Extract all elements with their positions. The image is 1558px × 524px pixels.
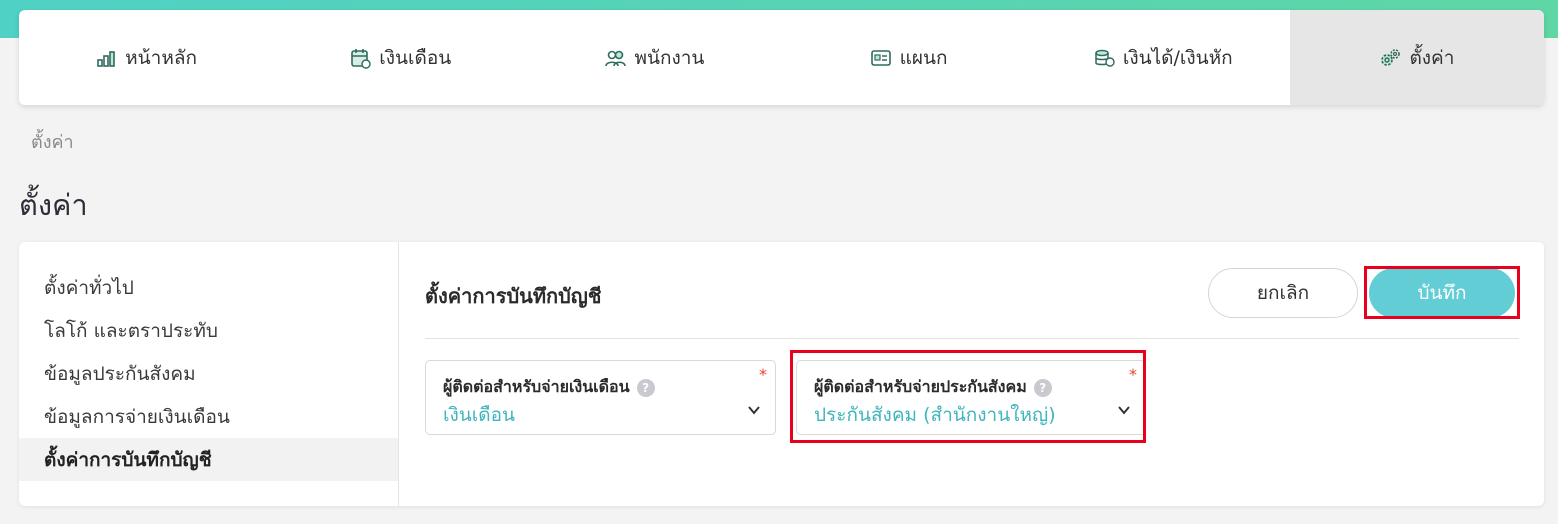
chart-icon [97,50,115,67]
field-label: ผู้ติดต่อสำหรับจ่ายประกันสังคม ? [814,375,1052,400]
nav-item-label: เงินได้/เงินหัก [1122,46,1233,69]
sidebar-item-payroll-info[interactable]: ข้อมูลการจ่ายเงินเดือน [19,395,398,438]
required-marker: * [1129,365,1137,384]
nav-item-label: พนักงาน [634,46,705,69]
social-security-contact-select[interactable]: ผู้ติดต่อสำหรับจ่ายประกันสังคม ? * ประกั… [796,360,1146,435]
nav-item-settings[interactable]: ตั้งค่า [1289,10,1544,105]
section-title: ตั้งค่าการบันทึกบัญชี [425,284,602,308]
sidebar-item-general[interactable]: ตั้งค่าทั่วไป [19,266,398,309]
main-navbar: หน้าหลัก เงินเดือน พนักงาน แผนก เงินได้/… [19,10,1544,105]
page-title: ตั้งค่า [19,188,88,222]
selected-value: ประกันสังคม (สำนักงานใหญ่) [814,404,1056,426]
breadcrumb[interactable]: ตั้งค่า [31,127,74,156]
settings-sidebar: ตั้งค่าทั่วไป โลโก้ และตราประทับ ข้อมูลป… [19,242,399,506]
chevron-down-icon [748,406,760,415]
required-marker: * [759,365,767,384]
nav-item-income-deduction[interactable]: เงินได้/เงินหัก [1036,10,1290,105]
nav-item-departments[interactable]: แผนก [782,10,1036,105]
nav-item-label: แผนก [899,46,948,69]
nav-item-employees[interactable]: พนักงาน [527,10,781,105]
nav-item-label: ตั้งค่า [1409,46,1455,69]
settings-card: ตั้งค่าทั่วไป โลโก้ และตราประทับ ข้อมูลป… [19,242,1544,506]
cancel-button[interactable]: ยกเลิก [1208,268,1358,318]
nav-item-label: หน้าหลัก [125,46,198,69]
gear-icon [1381,48,1401,66]
nav-item-home[interactable]: หน้าหลัก [19,10,273,105]
chevron-down-icon [1118,406,1130,415]
save-button[interactable]: บันทึก [1369,268,1515,318]
nav-item-label: เงินเดือน [379,46,452,69]
divider [425,338,1519,339]
nav-item-payroll[interactable]: เงินเดือน [273,10,527,105]
id-card-icon [870,49,891,66]
help-icon[interactable]: ? [1033,378,1052,397]
sidebar-item-accounting[interactable]: ตั้งค่าการบันทึกบัญชี [19,438,398,481]
field-label: ผู้ติดต่อสำหรับจ่ายเงินเดือน ? [443,375,655,400]
calendar-icon [351,48,371,69]
users-icon [605,50,627,66]
settings-content: ตั้งค่าการบันทึกบัญชี ยกเลิก บันทึก ผู้ต… [399,242,1544,506]
money-icon [1095,49,1115,67]
field-label-text: ผู้ติดต่อสำหรับจ่ายประกันสังคม [814,377,1027,396]
payroll-contact-select[interactable]: ผู้ติดต่อสำหรับจ่ายเงินเดือน ? * เงินเดื… [425,360,776,435]
help-icon[interactable]: ? [636,378,655,397]
sidebar-item-logo-stamp[interactable]: โลโก้ และตราประทับ [19,309,398,352]
selected-value: เงินเดือน [443,404,515,426]
field-label-text: ผู้ติดต่อสำหรับจ่ายเงินเดือน [443,377,630,396]
sidebar-item-social-security[interactable]: ข้อมูลประกันสังคม [19,352,398,395]
